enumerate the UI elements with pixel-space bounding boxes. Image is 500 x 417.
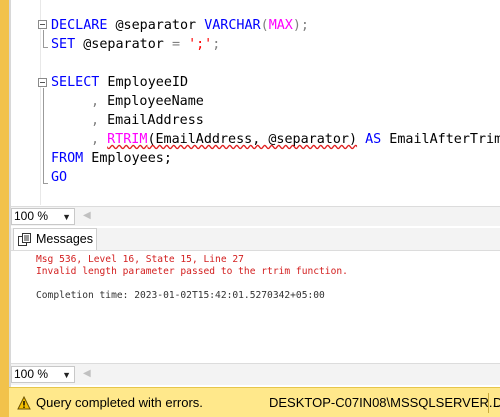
messages-icon <box>18 233 31 246</box>
equals-operator: = <box>171 37 180 52</box>
results-tab-bar: Messages <box>11 228 500 250</box>
string-literal: ';' <box>188 37 213 52</box>
scroll-left-icon[interactable]: ◀ <box>83 210 91 221</box>
keyword-set: SET <box>51 37 76 52</box>
code-line-4: , EmployeeName <box>91 92 204 111</box>
function-rtrim: RTRIM <box>107 132 148 147</box>
warning-icon <box>17 396 31 410</box>
variable-name: @separator <box>107 18 205 33</box>
server-name: DESKTOP-C07IN08\MSSQLSERVER... <box>269 395 500 410</box>
column-name: EmailAddress <box>99 113 204 128</box>
semicolon: ; <box>212 37 221 52</box>
comma: , <box>91 94 100 109</box>
fold-collapse-icon[interactable] <box>38 20 47 29</box>
zoom-value: 100 % <box>14 209 49 223</box>
status-divider <box>488 393 489 413</box>
keyword-go: GO <box>51 170 68 185</box>
status-database-truncated: D <box>493 395 500 410</box>
code-line-1: DECLARE @separator VARCHAR(MAX); <box>51 16 309 35</box>
completion-time: Completion time: 2023-01-02T15:42:01.527… <box>36 290 325 301</box>
keyword-from: FROM <box>51 151 84 166</box>
chevron-down-icon: ▼ <box>62 370 71 380</box>
variable-name: @separator <box>75 37 172 52</box>
code-line-2: SET @separator = ';'; <box>51 35 220 54</box>
code-line-7: FROM Employees; <box>51 149 172 168</box>
messages-pane[interactable]: Msg 536, Level 16, State 15, Line 27 Inv… <box>11 250 500 362</box>
code-line-3: SELECT EmployeeID <box>51 73 188 92</box>
tab-messages[interactable]: Messages <box>13 228 97 250</box>
keyword-select: SELECT <box>51 75 100 90</box>
fold-collapse-icon[interactable] <box>38 78 47 87</box>
error-message-text: Invalid length parameter passed to the r… <box>36 266 348 277</box>
function-args: (EmailAddress, @separator) <box>147 132 358 147</box>
gutter-separator <box>40 0 41 205</box>
paren: ( <box>260 18 269 33</box>
keyword-varchar: VARCHAR <box>204 18 261 33</box>
zoom-value: 100 % <box>14 367 49 381</box>
editor-zoom-select[interactable]: 100 % ▼ <box>11 208 75 225</box>
results-zoom-bar: 100 % ▼ ◀ <box>11 363 500 385</box>
keyword-as: AS <box>365 132 382 147</box>
column-name: EmployeeName <box>99 94 204 109</box>
chevron-down-icon: ▼ <box>62 212 71 222</box>
status-message: Query completed with errors. <box>36 395 203 410</box>
code-line-5: , EmailAddress <box>91 111 204 130</box>
keyword-max: MAX <box>268 18 293 33</box>
paren-semicolon: ); <box>292 18 309 33</box>
table-name: Employees; <box>83 151 172 166</box>
column-name: EmployeeID <box>99 75 189 90</box>
fold-guide <box>43 30 44 48</box>
results-zoom-select[interactable]: 100 % ▼ <box>11 366 75 383</box>
column-alias: EmailAfterTrim <box>381 132 500 147</box>
scroll-left-icon[interactable]: ◀ <box>83 368 91 379</box>
tab-messages-label: Messages <box>36 232 93 246</box>
left-accent-bar <box>0 0 9 417</box>
keyword-declare: DECLARE <box>51 18 108 33</box>
code-line-6: , RTRIM(EmailAddress, @separator) AS Ema… <box>91 130 500 149</box>
comma: , <box>91 132 100 147</box>
comma: , <box>91 113 100 128</box>
fold-guide <box>43 88 44 184</box>
code-line-8: GO <box>51 168 67 187</box>
status-bar: Query completed with errors. DESKTOP-C07… <box>9 387 500 417</box>
fold-guide-end <box>43 183 48 184</box>
editor-zoom-bar: 100 % ▼ ◀ <box>11 206 500 226</box>
fold-guide-end <box>43 47 48 48</box>
query-editor[interactable]: DECLARE @separator VARCHAR(MAX); SET @se… <box>11 0 500 205</box>
